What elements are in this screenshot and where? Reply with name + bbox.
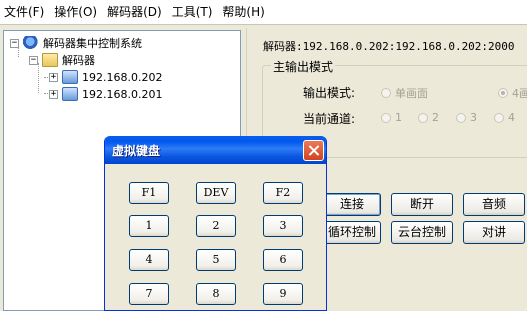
key-5[interactable]: 5 <box>196 249 236 271</box>
intercom-button[interactable]: 对讲 <box>463 221 525 244</box>
loop-control-button[interactable]: 循环控制 <box>323 221 381 244</box>
radio-icon <box>456 112 466 123</box>
tree-node-label: 192.168.0.202 <box>82 70 163 84</box>
connect-button[interactable]: 连接 <box>323 193 381 216</box>
key-2[interactable]: 2 <box>196 215 236 237</box>
tree-node-label: 192.168.0.201 <box>82 87 163 101</box>
radio-icon <box>498 88 508 98</box>
tree-node-device[interactable]: + 192.168.0.201 <box>49 86 162 102</box>
system-icon <box>23 36 39 50</box>
radio-icon <box>418 112 428 123</box>
expand-icon[interactable]: + <box>49 72 58 82</box>
radio-label: 4画 <box>512 87 527 100</box>
key-8[interactable]: 8 <box>196 283 236 305</box>
audio-button[interactable]: 音频 <box>463 193 525 216</box>
key-9[interactable]: 9 <box>263 283 303 305</box>
decoder-info: 解码器:192.168.0.202:192.168.0.202:2000 <box>263 40 515 53</box>
menu-help[interactable]: 帮助(H) <box>218 0 270 25</box>
menu-operation[interactable]: 操作(O) <box>50 0 103 25</box>
tree-node-device[interactable]: + 192.168.0.202 <box>49 69 162 85</box>
menu-file[interactable]: 文件(F) <box>0 0 50 25</box>
decoder-device-icon <box>62 70 78 84</box>
radio-channel-2[interactable]: 2 <box>418 111 439 124</box>
key-f1[interactable]: F1 <box>129 182 169 204</box>
key-7[interactable]: 7 <box>129 283 169 305</box>
menu-tools[interactable]: 工具(T) <box>168 0 219 25</box>
current-channel-label: 当前通道: <box>303 112 356 126</box>
keyboard-body: F1 DEV F2 1 2 3 4 5 6 7 8 9 <box>108 164 325 310</box>
menu-decoder[interactable]: 解码器(D) <box>103 0 168 25</box>
dialog-titlebar[interactable]: 虚拟键盘 <box>105 136 326 164</box>
radio-label: 3 <box>470 111 477 124</box>
decoder-device-icon <box>62 87 78 101</box>
radio-single-screen[interactable]: 单画面 <box>381 85 428 101</box>
disconnect-button[interactable]: 断开 <box>391 193 453 216</box>
collapse-icon[interactable]: − <box>10 38 19 48</box>
virtual-keyboard-dialog: 虚拟键盘 F1 DEV F2 1 2 3 4 5 6 7 8 9 <box>104 136 327 311</box>
menu-bar: 文件(F) 操作(O) 解码器(D) 工具(T) 帮助(H) <box>0 0 527 25</box>
radio-channel-1[interactable]: 1 <box>381 111 402 124</box>
collapse-icon[interactable]: − <box>29 55 38 65</box>
radio-channel-4[interactable]: 4 <box>494 111 515 124</box>
radio-label: 1 <box>395 111 402 124</box>
radio-label: 单画面 <box>395 87 428 100</box>
expand-icon[interactable]: + <box>49 89 58 99</box>
radio-four-screen[interactable]: 4画 <box>498 85 527 101</box>
tree-node-label: 解码器 <box>62 54 95 67</box>
key-6[interactable]: 6 <box>263 249 303 271</box>
ptz-control-button[interactable]: 云台控制 <box>391 221 453 244</box>
dialog-title: 虚拟键盘 <box>112 144 161 158</box>
tree-node-root[interactable]: − 解码器集中控制系统 <box>10 35 142 51</box>
tree-node-label: 解码器集中控制系统 <box>43 37 142 50</box>
radio-channel-3[interactable]: 3 <box>456 111 477 124</box>
key-3[interactable]: 3 <box>263 215 303 237</box>
tree-node-decoder-group[interactable]: − 解码器 <box>29 52 95 68</box>
group-title: 主输出模式 <box>271 58 336 75</box>
key-4[interactable]: 4 <box>129 249 169 271</box>
radio-icon <box>494 112 504 123</box>
folder-icon <box>42 53 58 67</box>
key-dev[interactable]: DEV <box>196 182 236 204</box>
radio-label: 4 <box>508 111 515 124</box>
output-mode-label: 输出模式: <box>303 86 356 100</box>
radio-label: 2 <box>432 111 439 124</box>
radio-icon <box>381 112 391 123</box>
key-f2[interactable]: F2 <box>263 182 303 204</box>
radio-icon <box>381 88 391 98</box>
close-icon[interactable] <box>303 140 324 161</box>
key-1[interactable]: 1 <box>129 215 169 237</box>
